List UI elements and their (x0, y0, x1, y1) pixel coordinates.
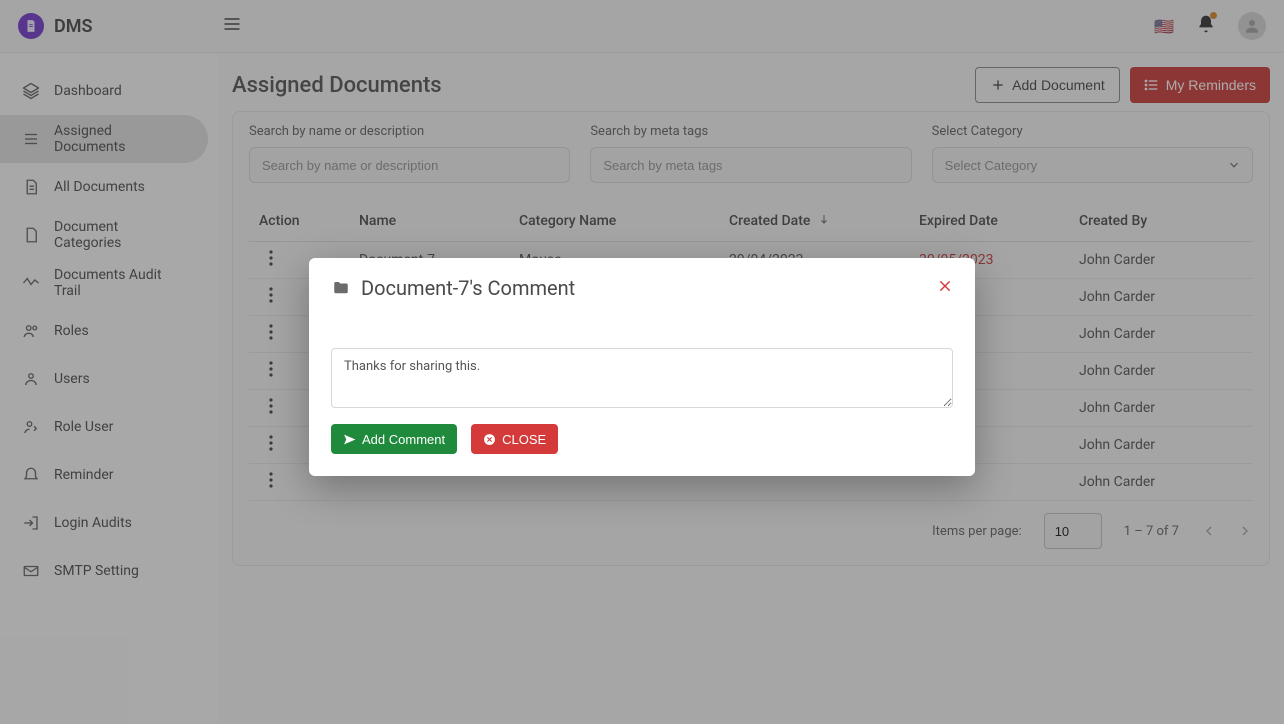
modal-close-button[interactable] (937, 278, 953, 298)
comment-modal: Document-7's Comment Add Comment CLOSE (309, 258, 975, 476)
comment-input[interactable] (331, 348, 953, 408)
modal-title: Document-7's Comment (361, 276, 575, 300)
close-circle-icon (483, 433, 496, 446)
folder-icon (331, 279, 351, 297)
add-comment-button[interactable]: Add Comment (331, 424, 457, 454)
send-icon (343, 433, 356, 446)
close-modal-button[interactable]: CLOSE (471, 424, 558, 454)
